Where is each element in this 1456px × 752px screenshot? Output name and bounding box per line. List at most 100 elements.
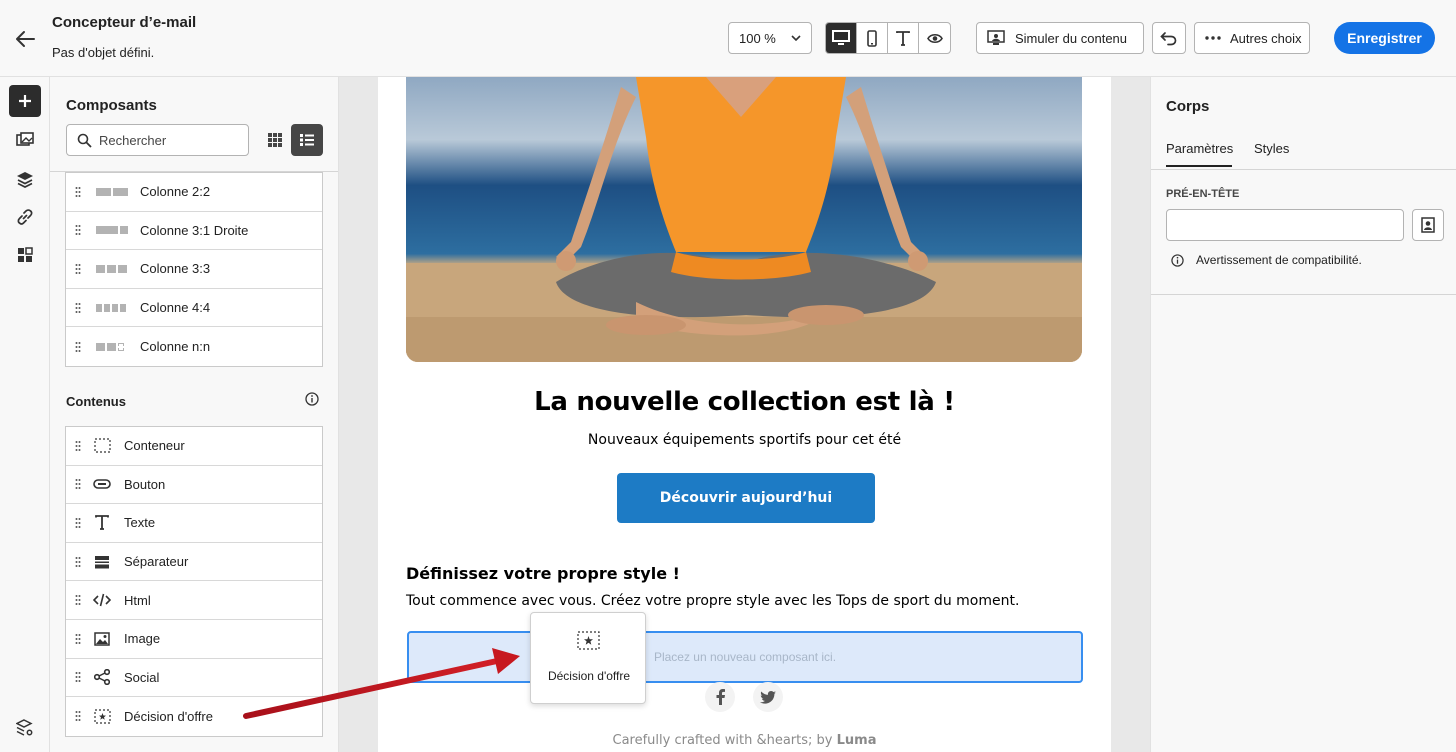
- content-divider[interactable]: Séparateur: [66, 543, 322, 582]
- drag-handle-icon: [75, 263, 81, 274]
- preview-button[interactable]: [919, 23, 950, 53]
- more-label: Autres choix: [1230, 30, 1302, 46]
- back-button[interactable]: [12, 26, 38, 52]
- properties-title: Corps: [1166, 98, 1210, 115]
- desktop-icon: [832, 30, 850, 45]
- drag-ghost[interactable]: Décision d'offre: [530, 612, 646, 704]
- drag-handle-icon: [75, 341, 81, 352]
- simulate-content-button[interactable]: Simuler du contenu: [976, 22, 1144, 54]
- preheader-label: PRÉ-EN-TÊTE: [1166, 188, 1240, 200]
- email-designer-app: Concepteur d’e-mail Pas d'objet défini. …: [0, 0, 1456, 752]
- drag-handle-icon: [75, 302, 81, 313]
- components-panel: Composants Rechercher Colonne 2:2 Colonn…: [50, 77, 339, 752]
- drag-handle-icon: [75, 711, 81, 722]
- mobile-icon: [867, 29, 877, 47]
- preheader-input[interactable]: [1166, 209, 1404, 241]
- eye-icon: [926, 33, 943, 43]
- chevron-down-icon: [791, 35, 801, 41]
- text-icon: [896, 30, 910, 46]
- content-button[interactable]: Bouton: [66, 466, 322, 505]
- structures-list: Colonne 2:2 Colonne 3:1 Droite Colonne 3…: [65, 172, 323, 367]
- hero-image[interactable]: [406, 77, 1082, 362]
- save-button[interactable]: Enregistrer: [1334, 22, 1435, 54]
- grid-icon: [268, 133, 282, 147]
- content-container[interactable]: Conteneur: [66, 427, 322, 466]
- drag-handle-icon: [75, 595, 81, 606]
- drag-handle-icon: [75, 479, 81, 490]
- view-mode-group: [825, 22, 951, 54]
- components-title: Composants: [66, 97, 157, 114]
- contents-heading: Contenus: [66, 394, 126, 409]
- content-html[interactable]: Html: [66, 581, 322, 620]
- more-icon: [1205, 36, 1221, 40]
- link-icon: [17, 209, 33, 225]
- list-view-toggle[interactable]: [291, 124, 323, 156]
- cta-button[interactable]: Découvrir aujourd’hui: [617, 473, 875, 523]
- twitter-icon: [760, 690, 776, 704]
- desktop-view-button[interactable]: [826, 23, 857, 53]
- column-3-3-icon: [96, 264, 127, 273]
- drop-zone-placeholder: Placez un nouveau composant ici.: [653, 650, 837, 664]
- zoom-select[interactable]: 100 %: [728, 22, 812, 54]
- rail-bottom-button[interactable]: [9, 712, 41, 744]
- text-view-button[interactable]: [888, 23, 919, 53]
- structure-label: Colonne 4:4: [140, 300, 211, 316]
- email-body[interactable]: La nouvelle collection est là ! Nouveaux…: [378, 77, 1111, 752]
- content-label: Bouton: [124, 476, 166, 492]
- code-icon: [93, 591, 111, 609]
- email-footer[interactable]: Carefully crafted with &hearts; by Luma: [378, 733, 1111, 748]
- share-icon: [93, 668, 111, 686]
- structure-column-2-2[interactable]: Colonne 2:2: [66, 173, 322, 212]
- more-options-button[interactable]: Autres choix: [1194, 22, 1310, 54]
- left-rail: [0, 77, 50, 752]
- top-header: Concepteur d’e-mail Pas d'objet défini. …: [0, 0, 1456, 77]
- tab-parameters[interactable]: Paramètres: [1166, 141, 1233, 156]
- structure-column-4-4[interactable]: Colonne 4:4: [66, 289, 322, 328]
- personalization-button[interactable]: [1412, 209, 1444, 241]
- offer-decision-icon: [577, 631, 600, 650]
- content-offer-decision[interactable]: Décision d'offre: [66, 697, 322, 736]
- content-label: Décision d'offre: [124, 708, 213, 724]
- mobile-view-button[interactable]: [857, 23, 888, 53]
- compatibility-warning: Avertissement de compatibilité.: [1171, 253, 1362, 267]
- column-n-n-icon: [96, 342, 124, 351]
- section-title[interactable]: Définissez votre propre style !: [406, 564, 680, 583]
- section-text[interactable]: Tout commence avec vous. Créez votre pro…: [406, 593, 1019, 609]
- content-label: Html: [124, 592, 151, 608]
- structure-column-n-n[interactable]: Colonne n:n: [66, 327, 322, 366]
- undo-button[interactable]: [1152, 22, 1186, 54]
- plus-icon: [19, 95, 31, 107]
- fragments-button[interactable]: [9, 239, 41, 271]
- structure-column-3-1-right[interactable]: Colonne 3:1 Droite: [66, 212, 322, 251]
- structure-label: Colonne 2:2: [140, 184, 211, 200]
- content-text[interactable]: Texte: [66, 504, 322, 543]
- properties-panel: Corps Paramètres Styles PRÉ-EN-TÊTE Aver…: [1150, 77, 1456, 752]
- email-headline[interactable]: La nouvelle collection est là !: [378, 387, 1111, 417]
- footer-brand: Luma: [836, 733, 877, 748]
- simulate-label: Simuler du contenu: [1015, 30, 1128, 46]
- links-button[interactable]: [9, 201, 41, 233]
- structure-column-3-3[interactable]: Colonne 3:3: [66, 250, 322, 289]
- email-subheadline[interactable]: Nouveaux équipements sportifs pour cet é…: [378, 432, 1111, 448]
- content-social[interactable]: Social: [66, 659, 322, 698]
- structure-label: Colonne 3:3: [140, 261, 211, 277]
- content-image[interactable]: Image: [66, 620, 322, 659]
- layers-button[interactable]: [9, 163, 41, 195]
- zoom-value: 100 %: [739, 30, 776, 46]
- container-icon: [93, 437, 111, 455]
- content-label: Texte: [124, 515, 156, 531]
- drag-handle-icon: [75, 186, 81, 197]
- arrow-left-icon: [16, 31, 35, 47]
- grid-view-toggle[interactable]: [259, 124, 291, 156]
- add-components-button[interactable]: [9, 85, 41, 117]
- facebook-button[interactable]: [705, 682, 735, 712]
- assets-button[interactable]: [9, 124, 41, 156]
- drop-zone[interactable]: Placez un nouveau composant ici.: [407, 631, 1083, 683]
- column-3-1-icon: [96, 226, 128, 235]
- search-input[interactable]: Rechercher: [66, 124, 249, 156]
- info-icon[interactable]: [305, 392, 319, 406]
- twitter-button[interactable]: [753, 682, 783, 712]
- offer-decision-icon: [93, 707, 111, 725]
- column-2-2-icon: [96, 187, 128, 196]
- tab-styles[interactable]: Styles: [1254, 141, 1289, 156]
